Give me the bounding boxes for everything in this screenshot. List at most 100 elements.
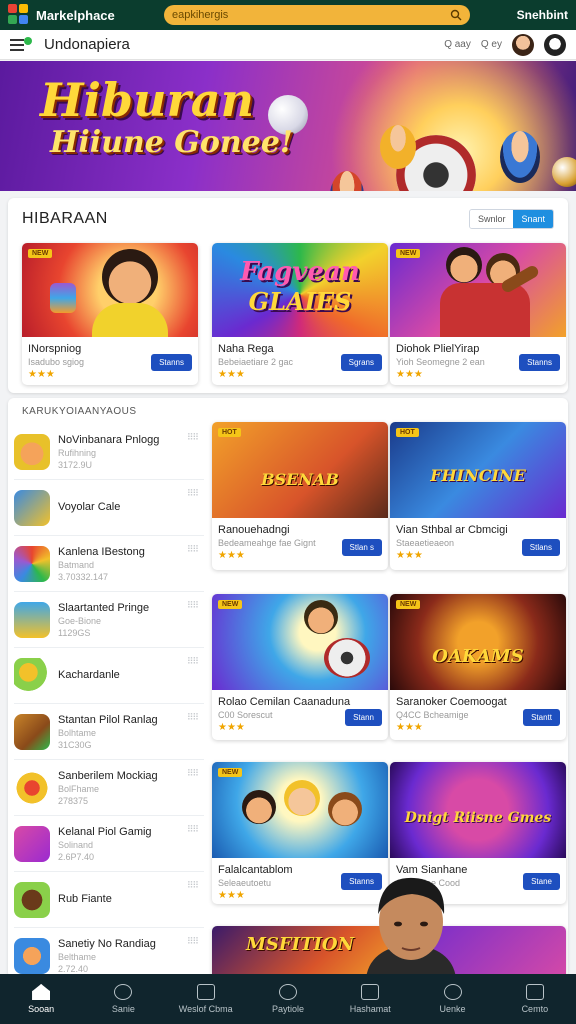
more-options-icon[interactable]: ⠿⠿ xyxy=(187,656,199,667)
circle-icon xyxy=(278,984,297,1000)
card-title: Saranoker Coemoogat xyxy=(396,696,507,708)
game-icon xyxy=(14,825,50,862)
game-thumbnail: NEW OAKAMS xyxy=(390,594,566,690)
search-shortcut-1[interactable]: Q aay xyxy=(444,39,471,50)
game-card[interactable]: Fagvean GLAIES Naha Rega Bebeiaetiare 2 … xyxy=(212,243,388,385)
nav-tab-games[interactable]: Sanie xyxy=(82,974,164,1024)
game-thumbnail: HOT FHINCINE xyxy=(390,422,566,518)
badge: HOT xyxy=(396,428,419,437)
more-options-icon[interactable]: ⠿⠿ xyxy=(187,880,199,891)
list-item-title: Stantan Pilol Ranlag xyxy=(58,713,158,726)
game-icon xyxy=(14,713,50,750)
list-item-title: Kachardanle xyxy=(58,668,120,681)
game-thumbnail: Fagvean GLAIES xyxy=(212,243,388,337)
play-button[interactable]: Stlan s xyxy=(341,539,382,556)
game-card[interactable]: HOT FHINCINE Vian Sthbal ar Cbmcigi Stae… xyxy=(390,422,566,570)
card-title: Rolao Cemilan Caanaduna xyxy=(218,696,351,708)
more-options-icon[interactable]: ⠿⠿ xyxy=(187,824,199,835)
hamburger-menu-icon[interactable] xyxy=(10,36,32,53)
more-options-icon[interactable]: ⠿⠿ xyxy=(187,712,199,723)
thumbnail-title: Dnigt Riisne Gmes xyxy=(404,810,552,826)
list-item[interactable]: Slaartanted Pringe Goe-Bione 1129GS ⠿⠿ xyxy=(14,592,204,648)
badge: NEW xyxy=(396,249,421,258)
nav-tab-label: Cemto xyxy=(521,1004,549,1014)
game-card[interactable]: HOT BSENAB Ranouehadngi Bedeameahge fae … xyxy=(212,422,388,570)
avatar[interactable] xyxy=(544,33,566,56)
more-options-icon[interactable]: ⠿⠿ xyxy=(187,600,199,611)
list-item-subtitle: Solinand xyxy=(58,839,94,850)
search-bar[interactable] xyxy=(164,5,470,25)
badge: NEW xyxy=(218,768,243,777)
banner-headline: Hiburan xyxy=(40,73,255,127)
badge: HOT xyxy=(218,428,241,437)
more-options-icon[interactable]: ⠿⠿ xyxy=(187,544,199,555)
toggle-option-on[interactable]: Snant xyxy=(513,210,553,228)
more-options-icon[interactable]: ⠿⠿ xyxy=(187,432,199,443)
monitor-icon xyxy=(525,984,544,1000)
toggle-option-off[interactable]: Swnlor xyxy=(469,210,514,228)
play-button[interactable]: Stane xyxy=(523,873,560,890)
list-item[interactable]: Kelanal Piol Gamig Solinand 2.6P7.40 ⠿⠿ xyxy=(14,816,204,872)
thumbnail-title: OAKAMS xyxy=(432,646,524,667)
list-item-title: Slaartanted Pringe xyxy=(58,601,150,614)
card-title: Ranouehadngi xyxy=(218,524,290,536)
search-icon xyxy=(443,984,462,1000)
play-button[interactable]: Stantt xyxy=(523,709,560,726)
avatar[interactable] xyxy=(512,33,534,56)
nav-tab-hashtag[interactable]: Hashamat xyxy=(329,974,411,1024)
search-icon[interactable] xyxy=(450,9,462,21)
list-item-title: Sanberilem Mockiag xyxy=(58,769,158,782)
play-button[interactable]: Stann xyxy=(345,709,382,726)
nav-tab-profile[interactable]: Paytiole xyxy=(247,974,329,1024)
top-bar: Markelphace Snehbint xyxy=(0,0,576,30)
category-section: KARUKYOIAANYAOUS NoVinbanara Pnlogg Rufih… xyxy=(8,398,568,978)
character-icon xyxy=(380,125,416,169)
marketplace-logo-icon[interactable] xyxy=(8,4,30,26)
nav-tab-search[interactable]: Uenke xyxy=(411,974,493,1024)
play-button[interactable]: Sgrans xyxy=(340,354,382,371)
game-icon xyxy=(14,545,50,582)
list-item-subtitle: Bolhtame xyxy=(58,727,97,738)
nav-tab-grid[interactable]: Weslof Cbma xyxy=(165,974,247,1024)
nav-tab-label: Weslof Cbma xyxy=(178,1004,233,1014)
game-icon xyxy=(14,433,50,470)
badge: NEW xyxy=(28,249,53,258)
person-portrait-icon xyxy=(366,877,456,978)
view-toggle[interactable]: Swnlor Snant xyxy=(468,209,554,229)
list-item[interactable]: NoVinbanara Pnlogg Rufihning 3172.9U ⠿⠿ xyxy=(14,424,204,480)
game-card[interactable]: NEW Diohok PlielYirap Yioh Seomegne 2 ea… xyxy=(390,243,566,385)
list-item[interactable]: Stantan Pilol Ranlag Bolhtame 31C30G ⠿⠿ xyxy=(14,704,204,760)
nav-tab-home[interactable]: Sooan xyxy=(0,974,82,1024)
list-item-meta: 3.70332.147 xyxy=(58,571,109,582)
game-card[interactable]: NEW INorspniog Isadubo sgiog ★★★ Stanns xyxy=(22,243,198,385)
list-item[interactable]: Kachardanle ⠿⠿ xyxy=(14,648,204,704)
search-shortcut-2[interactable]: Q ey xyxy=(481,39,502,50)
list-item[interactable]: Rub Fiante ⠿⠿ xyxy=(14,872,204,928)
list-item[interactable]: Voyolar Cale ⠿⠿ xyxy=(14,480,204,536)
game-icon xyxy=(14,769,50,806)
list-item-subtitle: Belthame xyxy=(58,951,97,962)
game-card[interactable]: NEW Rolao Cemilan Caanaduna C00 Sorescut… xyxy=(212,594,388,740)
game-card[interactable]: NEW OAKAMS Saranoker Coemoogat Q4CC Bche… xyxy=(390,594,566,740)
more-options-icon[interactable]: ⠿⠿ xyxy=(187,936,199,947)
nav-tab-label: Paytiole xyxy=(271,1004,304,1014)
list-item-meta: 2.72.40 xyxy=(58,963,89,974)
thumbnail-title: FHINCINE xyxy=(430,466,526,485)
list-item[interactable]: Sanberilem Mockiag BolFhame 278375 ⠿⠿ xyxy=(14,760,204,816)
list-item-meta: 31C30G xyxy=(58,739,92,750)
sign-in-link[interactable]: Snehbint xyxy=(517,8,568,22)
list-item[interactable]: Kanlena IBestong Batmand 3.70332.147 ⠿⠿ xyxy=(14,536,204,592)
hero-banner[interactable]: Hiburan Hiiune Gonee! xyxy=(0,61,576,191)
play-button[interactable]: Stanns xyxy=(151,354,192,371)
section-title: HIBARAAN xyxy=(22,210,108,227)
play-button[interactable]: Stanns xyxy=(519,354,560,371)
search-input[interactable] xyxy=(172,9,450,21)
featured-section: HIBARAAN Swnlor Snant NEW INorspniog Isa… xyxy=(8,198,568,393)
secondary-nav: Undonapiera Q aay Q ey xyxy=(0,30,576,60)
list-item[interactable]: Sanetiy No Randiag Belthame 2.72.40 ⠿⠿ xyxy=(14,928,204,978)
more-options-icon[interactable]: ⠿⠿ xyxy=(187,768,199,779)
more-options-icon[interactable]: ⠿⠿ xyxy=(187,488,199,499)
play-button[interactable]: Stlans xyxy=(521,539,560,556)
nav-tab-center[interactable]: Cemto xyxy=(494,974,576,1024)
game-list: NoVinbanara Pnlogg Rufihning 3172.9U ⠿⠿ Vo… xyxy=(14,424,204,978)
